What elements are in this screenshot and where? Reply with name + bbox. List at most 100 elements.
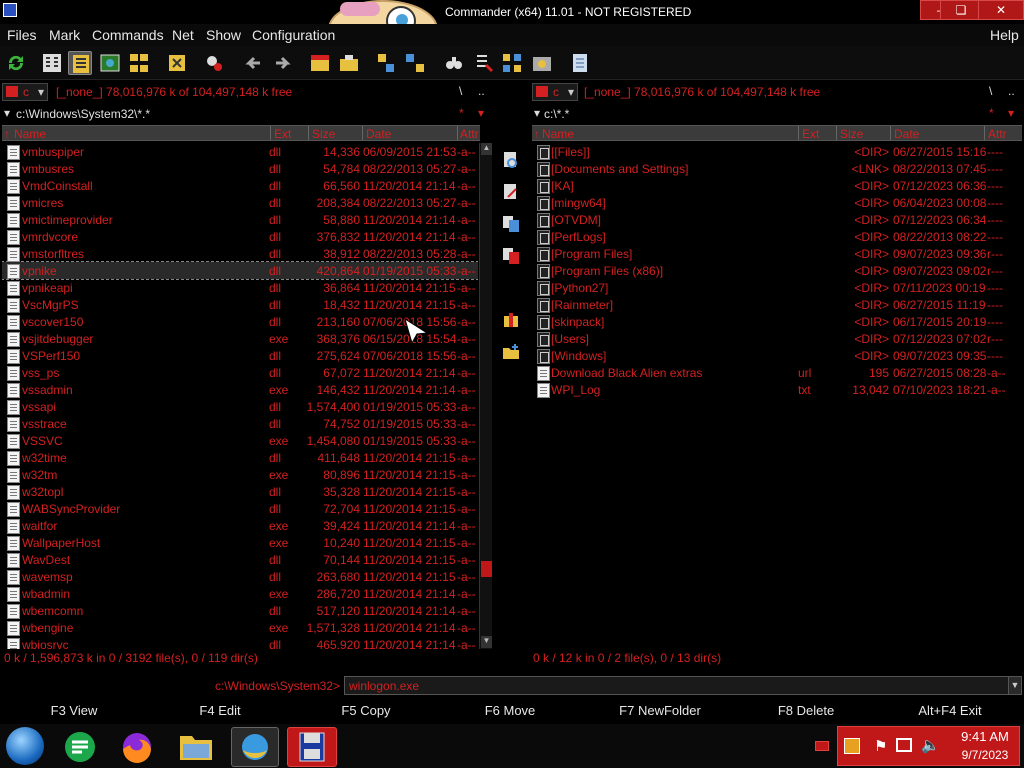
brief-view-icon[interactable] bbox=[40, 51, 64, 75]
refresh-icon[interactable] bbox=[4, 51, 28, 75]
right-col-date[interactable]: Date bbox=[894, 127, 919, 141]
f3-view-button[interactable]: F3 View bbox=[4, 703, 144, 718]
file-row[interactable]: wavemsp dll 263,680 11/20/2014 21:15 -a-- bbox=[2, 568, 478, 585]
file-row[interactable]: vssapi dll 1,574,400 01/19/2015 05:33 -a-- bbox=[2, 398, 478, 415]
file-row[interactable]: WPI_Log txt 13,042 07/10/2023 18:21 -a-- bbox=[532, 381, 1022, 398]
settings-icon[interactable] bbox=[530, 51, 554, 75]
full-view-icon[interactable] bbox=[68, 51, 92, 75]
new-folder-icon[interactable] bbox=[502, 343, 520, 361]
file-row[interactable]: VSSVC exe 1,454,080 01/19/2015 05:33 -a-- bbox=[2, 432, 478, 449]
history-dropdown-icon[interactable]: ▾ bbox=[534, 106, 540, 120]
file-row[interactable]: vmbuspiper dll 14,336 06/09/2015 21:53 -a-- bbox=[2, 143, 478, 160]
right-file-list[interactable]: [[Files]] <DIR> 06/27/2015 15:16 ---- [Docum… bbox=[532, 143, 1022, 649]
file-row[interactable]: Download Black Alien extras url 195 06/27/2… bbox=[532, 364, 1022, 381]
file-row[interactable]: VmdCoinstall dll 66,560 11/20/2014 21:14 -a-… bbox=[2, 177, 478, 194]
file-row[interactable]: [Program Files] <DIR> 09/07/2023 09:36 r--- bbox=[532, 245, 1022, 262]
file-row[interactable]: vss_ps dll 67,072 11/20/2014 21:14 -a-- bbox=[2, 364, 478, 381]
firefox-icon[interactable] bbox=[117, 727, 157, 767]
f8-delete-button[interactable]: F8 Delete bbox=[736, 703, 876, 718]
cmdline-input[interactable]: winlogon.exe bbox=[344, 676, 1009, 695]
pack-files-icon[interactable] bbox=[308, 51, 332, 75]
file-row[interactable]: vmbusres dll 54,784 08/22/2013 05:27 -a-- bbox=[2, 160, 478, 177]
menu-configuration[interactable]: Configuration bbox=[252, 27, 335, 43]
forward-arrow-icon[interactable] bbox=[270, 51, 294, 75]
right-col-ext[interactable]: Ext bbox=[802, 127, 819, 141]
tray-app-icon[interactable] bbox=[844, 738, 860, 754]
network-icon[interactable] bbox=[896, 738, 912, 752]
file-row[interactable]: wbemcomn dll 517,120 11/20/2014 21:14 -a-- bbox=[2, 602, 478, 619]
back-arrow-icon[interactable] bbox=[242, 51, 266, 75]
start-orb-icon[interactable] bbox=[6, 727, 44, 765]
show-hidden-icons-icon[interactable] bbox=[815, 741, 829, 751]
file-row[interactable]: w32topl dll 35,328 11/20/2014 21:15 -a-- bbox=[2, 483, 478, 500]
file-row[interactable]: vmicres dll 208,384 08/22/2013 05:27 -a-- bbox=[2, 194, 478, 211]
file-row[interactable]: wbengine exe 1,571,328 11/20/2014 21:14 -a-- bbox=[2, 619, 478, 636]
tree-view-icon[interactable] bbox=[127, 51, 151, 75]
file-row-cursor[interactable]: vpnike dll 420,864 01/19/2015 05:33 -a-- bbox=[2, 261, 478, 280]
left-col-attr[interactable]: Attr bbox=[460, 127, 479, 141]
file-row[interactable]: w32tm exe 80,896 11/20/2014 21:15 -a-- bbox=[2, 466, 478, 483]
file-row[interactable]: WavDest dll 70,144 11/20/2014 21:15 -a-- bbox=[2, 551, 478, 568]
file-row[interactable]: wbadmin exe 286,720 11/20/2014 21:14 -a-- bbox=[2, 585, 478, 602]
thumbnail-view-icon[interactable] bbox=[98, 51, 122, 75]
right-up-button[interactable]: .. bbox=[1008, 84, 1015, 98]
right-root-button[interactable]: \ bbox=[989, 84, 992, 98]
move-file-icon[interactable] bbox=[502, 247, 520, 265]
close-button[interactable]: ✕ bbox=[978, 0, 1024, 20]
left-up-button[interactable]: .. bbox=[478, 84, 485, 98]
google-sheets-icon[interactable] bbox=[60, 727, 100, 767]
left-drive-selector[interactable]: c ▾ bbox=[2, 83, 48, 101]
file-row[interactable]: vmstorfltres dll 38,912 08/22/2013 05:28 -a-… bbox=[2, 245, 478, 262]
file-row[interactable]: WABSyncProvider dll 72,704 11/20/2014 21:15… bbox=[2, 500, 478, 517]
left-col-ext[interactable]: Ext bbox=[274, 127, 291, 141]
menu-show[interactable]: Show bbox=[206, 27, 241, 43]
left-root-button[interactable]: \ bbox=[459, 84, 462, 98]
file-row[interactable]: VscMgrPS dll 18,432 11/20/2014 21:15 -a-- bbox=[2, 296, 478, 313]
menu-help[interactable]: Help bbox=[990, 27, 1019, 43]
left-scrollbar[interactable]: ▲ ▼ bbox=[479, 143, 492, 649]
clock-date[interactable]: 9/7/2023 bbox=[952, 748, 1018, 762]
scroll-up-icon[interactable]: ▲ bbox=[481, 143, 492, 155]
pack-icon[interactable] bbox=[502, 311, 520, 329]
cmdline-dropdown-icon[interactable]: ▼ bbox=[1008, 676, 1022, 695]
history-chevron-icon[interactable]: ▾ bbox=[478, 106, 484, 120]
file-row[interactable]: [[Files]] <DIR> 06/27/2015 15:16 ---- bbox=[532, 143, 1022, 160]
file-row[interactable]: [Python27] <DIR> 07/11/2023 00:19 ---- bbox=[532, 279, 1022, 296]
file-row[interactable]: [Users] <DIR> 07/12/2023 07:02 r--- bbox=[532, 330, 1022, 347]
menu-files[interactable]: Files bbox=[7, 27, 37, 43]
file-row[interactable]: vssadmin exe 146,432 11/20/2014 21:14 -a-- bbox=[2, 381, 478, 398]
file-row[interactable]: [Windows] <DIR> 09/07/2023 09:35 ---- bbox=[532, 347, 1022, 364]
history-dropdown-icon[interactable]: ▾ bbox=[4, 106, 10, 120]
altf4-exit-button[interactable]: Alt+F4 Exit bbox=[880, 703, 1020, 718]
scroll-down-icon[interactable]: ▼ bbox=[481, 636, 492, 648]
file-row[interactable]: [KA] <DIR> 07/12/2023 06:36 ---- bbox=[532, 177, 1022, 194]
menu-mark[interactable]: Mark bbox=[49, 27, 80, 43]
file-row[interactable]: [mingw64] <DIR> 06/04/2023 00:08 ---- bbox=[532, 194, 1022, 211]
view-file-icon[interactable] bbox=[502, 151, 520, 169]
clock-time[interactable]: 9:41 AM bbox=[952, 729, 1018, 744]
file-row[interactable]: vmrdvcore dll 376,832 11/20/2014 21:14 -a-- bbox=[2, 228, 478, 245]
favorites-star-icon[interactable]: * bbox=[989, 106, 994, 120]
file-row[interactable]: vpnikeapi dll 36,864 11/20/2014 21:15 -a-- bbox=[2, 279, 478, 296]
left-col-name[interactable]: Name bbox=[14, 127, 46, 141]
f7-newfolder-button[interactable]: F7 NewFolder bbox=[590, 703, 730, 718]
f6-move-button[interactable]: F6 Move bbox=[440, 703, 580, 718]
file-row[interactable]: [Documents and Settings] <LNK> 08/22/2013 … bbox=[532, 160, 1022, 177]
copy-file-icon[interactable] bbox=[502, 215, 520, 233]
unpack-files-icon[interactable] bbox=[337, 51, 361, 75]
f5-copy-button[interactable]: F5 Copy bbox=[296, 703, 436, 718]
file-row[interactable]: wbiosrvc dll 465,920 11/20/2014 21:14 -a-- bbox=[2, 636, 478, 649]
right-col-name[interactable]: Name bbox=[542, 127, 574, 141]
multi-rename-icon[interactable] bbox=[472, 51, 496, 75]
file-row[interactable]: w32time dll 411,648 11/20/2014 21:15 -a-- bbox=[2, 449, 478, 466]
file-row[interactable]: vmictimeprovider dll 58,880 11/20/2014 21:1… bbox=[2, 211, 478, 228]
total-commander-taskbar-icon[interactable] bbox=[287, 727, 337, 767]
ftp-connect-icon[interactable] bbox=[374, 51, 398, 75]
file-row[interactable]: [skinpack] <DIR> 06/17/2015 20:19 ---- bbox=[532, 313, 1022, 330]
left-col-date[interactable]: Date bbox=[366, 127, 391, 141]
select-all-icon[interactable] bbox=[202, 51, 226, 75]
maximize-button[interactable]: ❏ bbox=[940, 0, 982, 20]
menu-commands[interactable]: Commands bbox=[92, 27, 164, 43]
sync-dirs-icon[interactable] bbox=[500, 51, 524, 75]
file-row[interactable]: [PerfLogs] <DIR> 08/22/2013 08:22 ---- bbox=[532, 228, 1022, 245]
